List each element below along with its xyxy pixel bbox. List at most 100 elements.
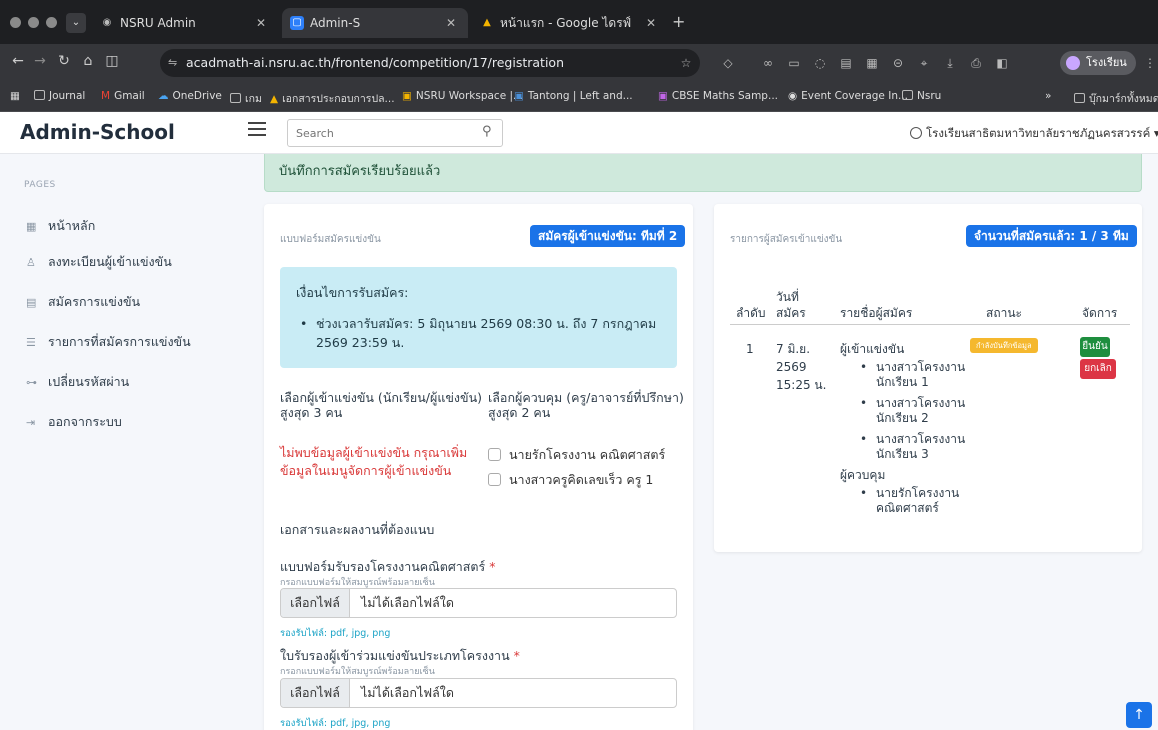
table-header-divider	[730, 324, 1130, 325]
forward-arrow-icon[interactable]: →	[30, 53, 50, 69]
browser-tab-google-drive[interactable]: ▲ หน้าแรก - Google ไดรฟ์ ✕	[472, 8, 668, 38]
conditions-item-text: ช่วงเวลารับสมัคร: 5 มิถุนายน 2569 08:30 …	[316, 316, 657, 350]
more-menu-icon[interactable]: ⋮	[1142, 55, 1158, 71]
sidebar-item-label: ลงทะเบียนผู้เข้าแข่งขัน	[48, 254, 172, 269]
column-header-manage: จัดการ	[1082, 306, 1118, 320]
contestants-heading: ผู้เข้าแข่งขัน	[840, 342, 905, 356]
hamburger-menu-icon[interactable]	[248, 122, 266, 138]
bookmark-all[interactable]: บุ๊กมาร์กทั้งหมด	[1074, 90, 1158, 107]
tab-close-icon[interactable]: ✕	[646, 8, 656, 38]
choose-file-button[interactable]: เลือกไฟล์	[281, 589, 350, 617]
sidebar-item-apply-competition[interactable]: ▤ สมัครการแข่งขัน	[26, 292, 140, 312]
supervisors-heading: ผู้ควบคุม	[840, 468, 886, 482]
doc1-file-input[interactable]: เลือกไฟล์ ไม่ได้เลือกไฟล์ใด	[280, 588, 677, 618]
extension-icon[interactable]: ◌	[812, 55, 828, 71]
more-bookmarks-chevron-icon[interactable]: »	[1045, 90, 1051, 102]
extension-icon[interactable]: ⌖	[916, 55, 932, 71]
doc2-accepted-formats: รองรับไฟล์: pdf, jpg, png	[280, 718, 391, 729]
doc1-hint: กรอกแบบฟอร์มให้สมบูรณ์พร้อมลายเซ็น	[280, 578, 435, 588]
sidebar-section-label: PAGES	[24, 180, 56, 190]
doc2-file-input[interactable]: เลือกไฟล์ ไม่ได้เลือกไฟล์ใด	[280, 678, 677, 708]
tab-close-icon[interactable]: ✕	[446, 8, 456, 38]
checkbox[interactable]	[488, 448, 501, 461]
bookmark-tantong[interactable]: ▣ Tantong | Left and...	[514, 90, 633, 102]
tab-close-icon[interactable]: ✕	[256, 8, 266, 38]
bookmark-nsru[interactable]: Nsru	[902, 90, 941, 102]
bookmark-games[interactable]: เกม	[230, 90, 262, 107]
new-tab-plus-icon[interactable]: +	[672, 12, 685, 31]
brand-logo[interactable]: Admin-School	[20, 120, 175, 144]
bookmark-label: Nsru	[917, 90, 942, 102]
bookmark-star-icon[interactable]: ☆	[678, 55, 694, 71]
extension-icon[interactable]: ◇	[720, 55, 736, 71]
window-zoom-control[interactable]	[46, 17, 57, 28]
key-icon: ⊶	[26, 376, 37, 389]
school-account-menu[interactable]: โรงเรียนสาธิตมหาวิทยาลัยราชภัฏนครสวรรค์ …	[910, 125, 1158, 143]
confirm-button[interactable]: ยืนยัน	[1080, 337, 1110, 357]
supervisor-checkbox-1[interactable]: นายรักโครงงาน คณิตศาสตร์	[488, 445, 665, 465]
bookmark-label: บุ๊กมาร์กทั้งหมด	[1089, 93, 1158, 105]
sidebar-item-register-contestants[interactable]: ♙ ลงทะเบียนผู้เข้าแข่งขัน	[26, 252, 172, 272]
bookmark-onedrive[interactable]: ☁ OneDrive	[158, 90, 222, 102]
supervisor-checkbox-2[interactable]: นางสาวครูคิดเลขเร็ว ครู 1	[488, 470, 653, 490]
row-number: 1	[746, 342, 754, 356]
checkbox[interactable]	[488, 473, 501, 486]
cancel-button[interactable]: ยกเลิก	[1080, 359, 1116, 379]
extension-icon[interactable]: ▭	[786, 55, 802, 71]
tab-title: NSRU Admin	[120, 16, 196, 30]
contestant-name: นางสาวโครงงาน นักเรียน 3	[876, 432, 966, 461]
bookmark-journal[interactable]: Journal	[34, 90, 85, 102]
registration-form-card: แบบฟอร์มสมัครแข่งขัน สมัครผู้เข้าแข่งขัน…	[264, 204, 693, 730]
bookmark-cbse[interactable]: ▣ CBSE Maths Samp...	[658, 90, 778, 102]
sidebar-item-applied-list[interactable]: ☰ รายการที่สมัครการแข่งขัน	[26, 332, 191, 352]
sidebar-item-logout[interactable]: ⇥ ออกจากระบบ	[26, 412, 122, 432]
back-arrow-icon[interactable]: ←	[8, 53, 28, 69]
doc1-label: แบบฟอร์มรับรองโครงงานคณิตศาสตร์ *	[280, 559, 496, 574]
main-content: บันทึกการสมัครเรียบร้อยแล้ว แบบฟอร์มสมัค…	[248, 154, 1158, 730]
sidebar-item-change-password[interactable]: ⊶ เปลี่ยนรหัสผ่าน	[26, 372, 129, 392]
address-bar[interactable]: ⇋ acadmath-ai.nsru.ac.th/frontend/compet…	[160, 49, 700, 77]
link-icon[interactable]: ⊝	[890, 55, 906, 71]
google-drive-icon: ▲	[270, 93, 279, 105]
apps-grid-icon[interactable]: ▦	[10, 90, 20, 102]
bookmark-gmail[interactable]: M Gmail	[101, 90, 145, 102]
browser-tab-bar: ⌄ ◉ NSRU Admin ✕ ▢ Admin-S ✕ ▲ หน้าแรก -…	[0, 0, 1158, 44]
browser-tab-nsru-admin[interactable]: ◉ NSRU Admin ✕	[92, 8, 278, 38]
bookmark-event-coverage[interactable]: ◉ Event Coverage In...	[788, 90, 908, 102]
search-icon[interactable]: ⚲	[482, 124, 492, 139]
site-info-icon[interactable]: ⇋	[168, 49, 177, 77]
cloud-icon: ☁	[158, 90, 169, 102]
search-input[interactable]	[287, 119, 503, 147]
row-date-1: 7 มิ.ย.	[776, 342, 811, 356]
sidebar-item-home[interactable]: ▦ หน้าหลัก	[26, 216, 95, 236]
side-panel-icon[interactable]: ◧	[994, 55, 1010, 71]
globe-icon: ◉	[102, 17, 112, 28]
extension-icon[interactable]: ▤	[838, 55, 854, 71]
browser-tab-admin-s[interactable]: ▢ Admin-S ✕	[282, 8, 468, 38]
reload-icon[interactable]: ↻	[54, 53, 74, 69]
doc1-accepted-formats: รองรับไฟล์: pdf, jpg, png	[280, 628, 391, 639]
site-favicon-icon: ▣	[658, 90, 668, 102]
profile-button[interactable]: โรงเรียน	[1060, 51, 1136, 75]
contestant-name: นางสาวโครงงาน นักเรียน 1	[876, 360, 966, 389]
window-close-control[interactable]	[10, 17, 21, 28]
home-icon[interactable]: ⌂	[78, 53, 98, 69]
tab-search-chevron-icon[interactable]: ⌄	[66, 13, 86, 33]
school-name: โรงเรียนสาธิตมหาวิทยาลัยราชภัฏนครสวรรค์	[926, 126, 1151, 140]
doc2-hint: กรอกแบบฟอร์มให้สมบูรณ์พร้อมลายเซ็น	[280, 667, 435, 677]
card-title: แบบฟอร์มสมัครแข่งขัน	[280, 234, 381, 245]
bookmark-docs[interactable]: ▲ เอกสารประกอบการปล...	[270, 90, 395, 107]
print-icon[interactable]: ⎙	[968, 55, 984, 71]
doc1-label-text: แบบฟอร์มรับรองโครงงานคณิตศาสตร์	[280, 559, 486, 574]
scroll-to-top-arrow-icon[interactable]: ↑	[1126, 702, 1152, 728]
choose-file-button[interactable]: เลือกไฟล์	[281, 679, 350, 707]
extension-icon[interactable]: ∞	[760, 55, 776, 71]
download-icon[interactable]: ⤓	[942, 55, 958, 71]
window-minimize-control[interactable]	[28, 17, 39, 28]
reader-mode-icon[interactable]: ◫	[102, 53, 122, 69]
bookmark-nsru-workspace[interactable]: ▣ NSRU Workspace |...	[402, 90, 523, 102]
sidebar-item-label: เปลี่ยนรหัสผ่าน	[48, 374, 130, 389]
user-icon: ♙	[26, 256, 36, 269]
extension-icon[interactable]: ▦	[864, 55, 880, 71]
app-header: Admin-School ⚲ โรงเรียนสาธิตมหาวิทยาลัยร…	[0, 112, 1158, 154]
